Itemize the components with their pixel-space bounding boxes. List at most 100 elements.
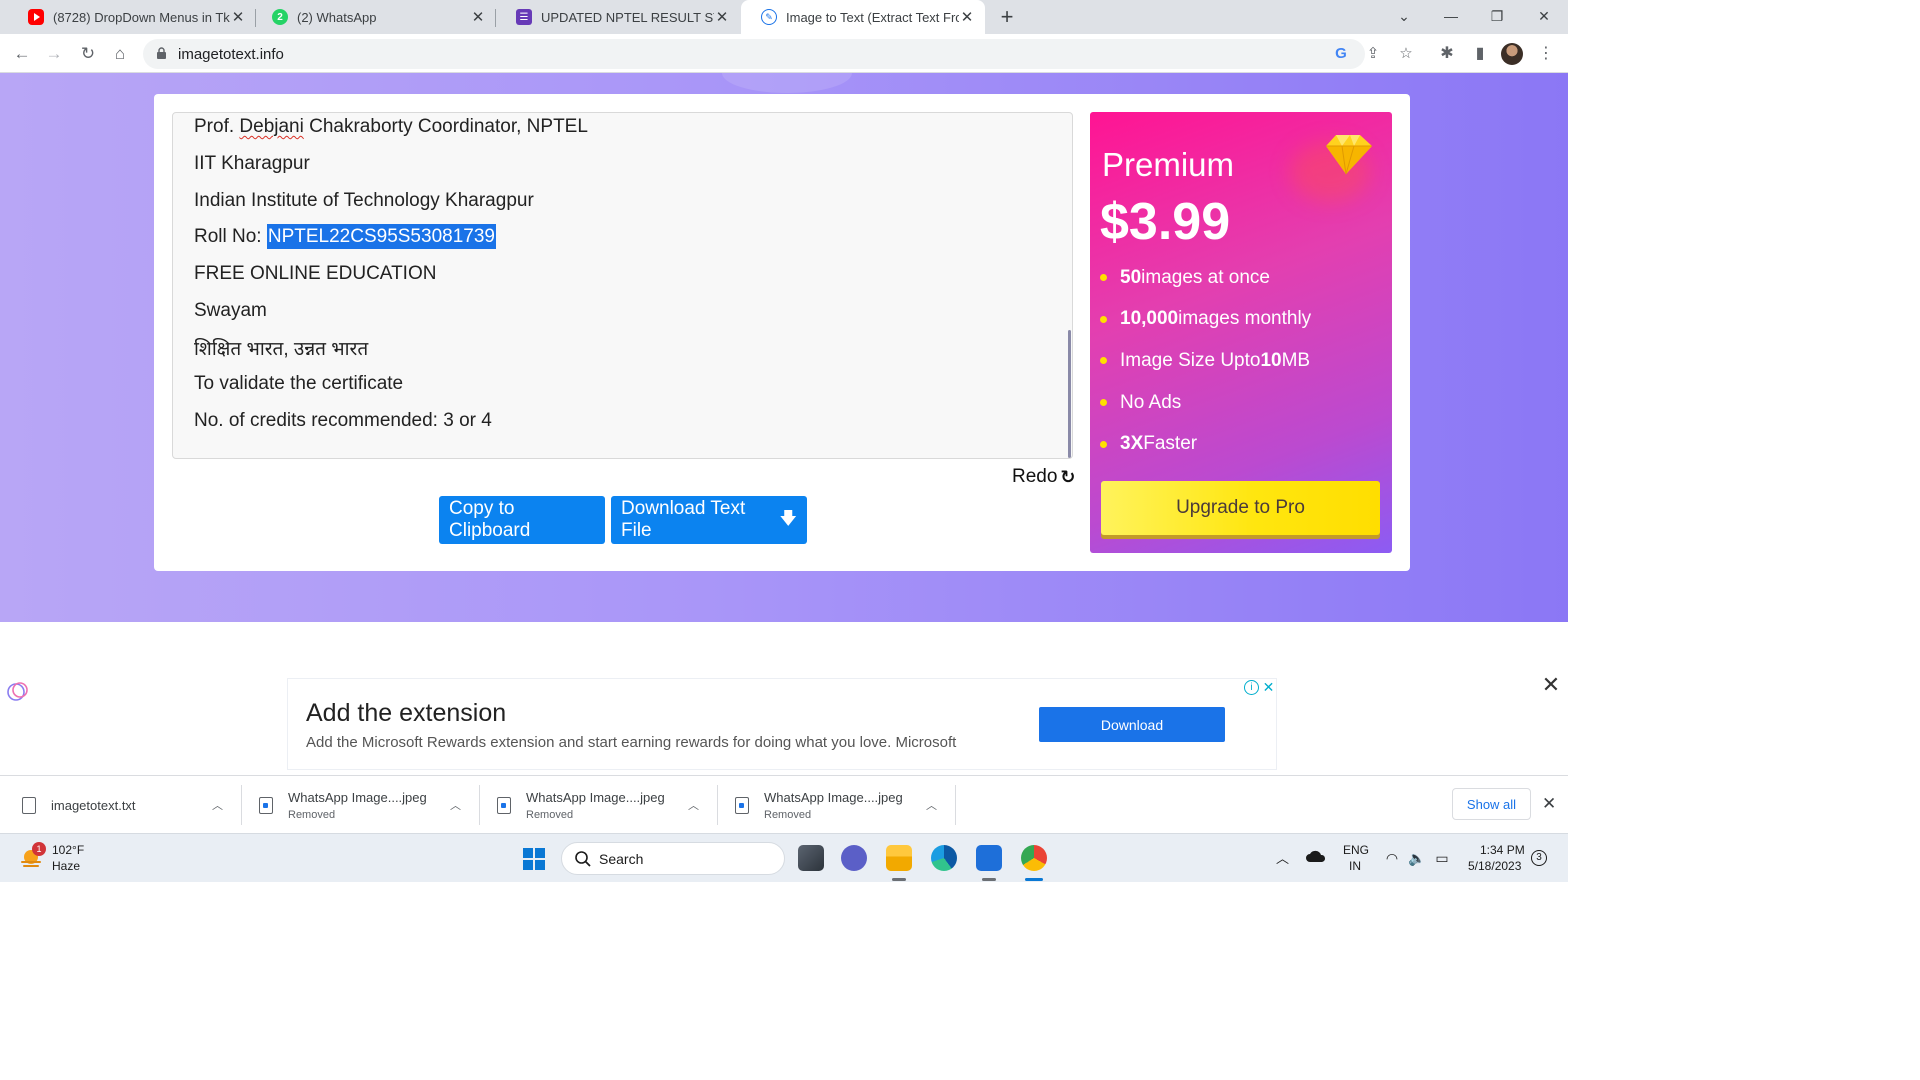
- bullet-icon: [1100, 399, 1107, 407]
- ad-body: Add the Microsoft Rewards extension and …: [306, 734, 957, 751]
- home-icon[interactable]: ⌂: [107, 41, 133, 67]
- ad-title: Add the extension: [306, 699, 507, 727]
- youtube-icon: [28, 9, 44, 25]
- share-icon[interactable]: ⇪: [1362, 43, 1384, 65]
- chevron-up-icon[interactable]: ︿: [1276, 848, 1289, 867]
- weather-condition[interactable]: Haze: [52, 859, 80, 873]
- weather-badge: 1: [32, 842, 46, 856]
- battery-icon[interactable]: ▭: [1432, 848, 1452, 868]
- clock-time[interactable]: 1:34 PM: [1480, 843, 1525, 857]
- address-bar[interactable]: imagetotext.info G ⇪ ☆: [143, 39, 1413, 69]
- ad-close-icon[interactable]: ✕: [1261, 680, 1276, 695]
- windows-taskbar: 1 102°F Haze Search ︿ ENG IN ◠ 🔈 ▭ 1:34 …: [0, 833, 1568, 882]
- forward-icon[interactable]: →: [41, 41, 67, 67]
- download-label: Download Text File: [621, 498, 746, 541]
- bookmark-star-icon[interactable]: ☆: [1395, 43, 1417, 65]
- download-status: Removed: [288, 808, 336, 821]
- premium-panel: Premium $3.99 50 images at once 10,000 i…: [1090, 112, 1392, 553]
- google-lens-icon[interactable]: G: [1330, 43, 1352, 65]
- back-icon[interactable]: ←: [9, 41, 35, 67]
- redo-button[interactable]: Redo ↻: [1012, 466, 1076, 488]
- selected-text[interactable]: NPTEL22CS95S53081739: [266, 224, 496, 249]
- remote-app-icon[interactable]: [976, 845, 1002, 871]
- tab-whatsapp[interactable]: 2 (2) WhatsApp ✕: [252, 0, 496, 34]
- bullet-icon: [1100, 440, 1107, 448]
- search-label: Search: [599, 850, 644, 867]
- wifi-icon[interactable]: ◠: [1382, 848, 1402, 868]
- premium-price: $3.99: [1100, 193, 1231, 251]
- image-file-icon: [497, 796, 511, 814]
- edge-icon[interactable]: [931, 845, 957, 871]
- bullet-icon: [1100, 357, 1107, 365]
- page-content: Prof. Debjani Chakraborty Coordinator, N…: [0, 73, 1568, 775]
- menu-icon[interactable]: ⋮: [1534, 42, 1558, 66]
- download-item[interactable]: imagetotext.txt: [22, 776, 136, 834]
- url-text[interactable]: imagetotext.info: [178, 46, 284, 63]
- upgrade-to-pro-button[interactable]: Upgrade to Pro: [1101, 481, 1380, 535]
- text-line: FREE ONLINE EDUCATION: [194, 263, 437, 284]
- onedrive-cloud-icon[interactable]: [1305, 849, 1327, 863]
- file-explorer-icon[interactable]: [886, 845, 912, 871]
- language-region[interactable]: IN: [1349, 859, 1361, 873]
- chevron-up-icon[interactable]: ︿: [926, 797, 937, 813]
- bullet-icon: [1100, 274, 1107, 282]
- text-line: शिक्षित भारत, उन्नत भारत: [194, 339, 369, 360]
- download-filename: imagetotext.txt: [51, 797, 136, 813]
- premium-feature-list: 50 images at once 10,000 images monthly …: [1100, 257, 1311, 465]
- chevron-up-icon[interactable]: ︿: [450, 797, 461, 813]
- close-icon[interactable]: ✕: [1542, 794, 1556, 814]
- minimize-button[interactable]: —: [1428, 0, 1474, 34]
- tab-strip: (8728) DropDown Menus in Tkinter ✕ 2 (2)…: [0, 0, 1568, 34]
- tab-image-to-text[interactable]: ✎ Image to Text (Extract Text From Image…: [741, 0, 985, 34]
- close-icon[interactable]: ✕: [1540, 674, 1562, 696]
- download-text-file-button[interactable]: Download Text File 🡇: [611, 496, 807, 544]
- text-line: No. of credits recommended: 3 or 4: [194, 410, 492, 431]
- chrome-icon[interactable]: [1021, 845, 1047, 871]
- side-panel-icon[interactable]: ▮: [1468, 42, 1492, 66]
- close-window-button[interactable]: ✕: [1521, 0, 1567, 34]
- download-item[interactable]: WhatsApp Image....jpeg Removed: [735, 776, 903, 834]
- image-file-icon: [735, 796, 749, 814]
- ad-download-button[interactable]: Download: [1039, 707, 1225, 742]
- download-status: Removed: [764, 808, 812, 821]
- teams-chat-icon[interactable]: [841, 845, 867, 871]
- clock-date[interactable]: 5/18/2023: [1468, 859, 1521, 873]
- result-card: Prof. Debjani Chakraborty Coordinator, N…: [154, 94, 1410, 571]
- show-all-button[interactable]: Show all: [1452, 788, 1531, 820]
- rewards-logo-icon: [7, 682, 28, 701]
- chevron-up-icon[interactable]: ︿: [212, 797, 223, 813]
- volume-icon[interactable]: 🔈: [1407, 848, 1427, 868]
- ad-info-icon[interactable]: i: [1244, 680, 1259, 695]
- close-icon[interactable]: ✕: [714, 8, 730, 26]
- scrollbar-thumb[interactable]: [1068, 330, 1071, 458]
- reload-icon[interactable]: ↻: [75, 41, 101, 67]
- weather-temperature[interactable]: 102°F: [52, 843, 84, 857]
- download-item[interactable]: WhatsApp Image....jpeg Removed: [497, 776, 665, 834]
- tab-youtube[interactable]: (8728) DropDown Menus in Tkinter ✕: [8, 0, 256, 34]
- tab-search-icon[interactable]: ⌄: [1381, 0, 1427, 34]
- extracted-text-area[interactable]: Prof. Debjani Chakraborty Coordinator, N…: [172, 112, 1073, 459]
- text-line: Roll No: NPTEL22CS95S53081739: [194, 224, 496, 249]
- text-line: Prof. Debjani Chakraborty Coordinator, N…: [194, 116, 588, 137]
- close-icon[interactable]: ✕: [230, 8, 246, 26]
- ad-banner: Add the extension Add the Microsoft Rewa…: [287, 678, 1277, 770]
- windows-start-icon[interactable]: [523, 848, 545, 870]
- language-indicator[interactable]: ENG: [1343, 843, 1369, 857]
- spellcheck-word[interactable]: Debjani: [239, 116, 303, 137]
- new-tab-button[interactable]: +: [994, 6, 1020, 28]
- image-to-text-icon: ✎: [761, 9, 777, 25]
- copy-to-clipboard-button[interactable]: Copy to Clipboard: [439, 496, 605, 544]
- tab-nptel-status[interactable]: ☰ UPDATED NPTEL RESULT STATUS ✕: [496, 0, 740, 34]
- notification-badge[interactable]: 3: [1531, 850, 1547, 866]
- close-icon[interactable]: ✕: [959, 8, 975, 26]
- chevron-up-icon[interactable]: ︿: [688, 797, 699, 813]
- restore-button[interactable]: ❐: [1474, 0, 1520, 34]
- taskbar-search[interactable]: Search: [561, 842, 785, 875]
- profile-avatar[interactable]: [1501, 43, 1523, 65]
- diamond-icon: [1326, 135, 1372, 175]
- task-view-icon[interactable]: [798, 845, 824, 871]
- close-icon[interactable]: ✕: [470, 8, 486, 26]
- arrow-down-icon: 🡇: [779, 508, 797, 528]
- extensions-icon[interactable]: ✱: [1435, 42, 1459, 66]
- download-item[interactable]: WhatsApp Image....jpeg Removed: [259, 776, 427, 834]
